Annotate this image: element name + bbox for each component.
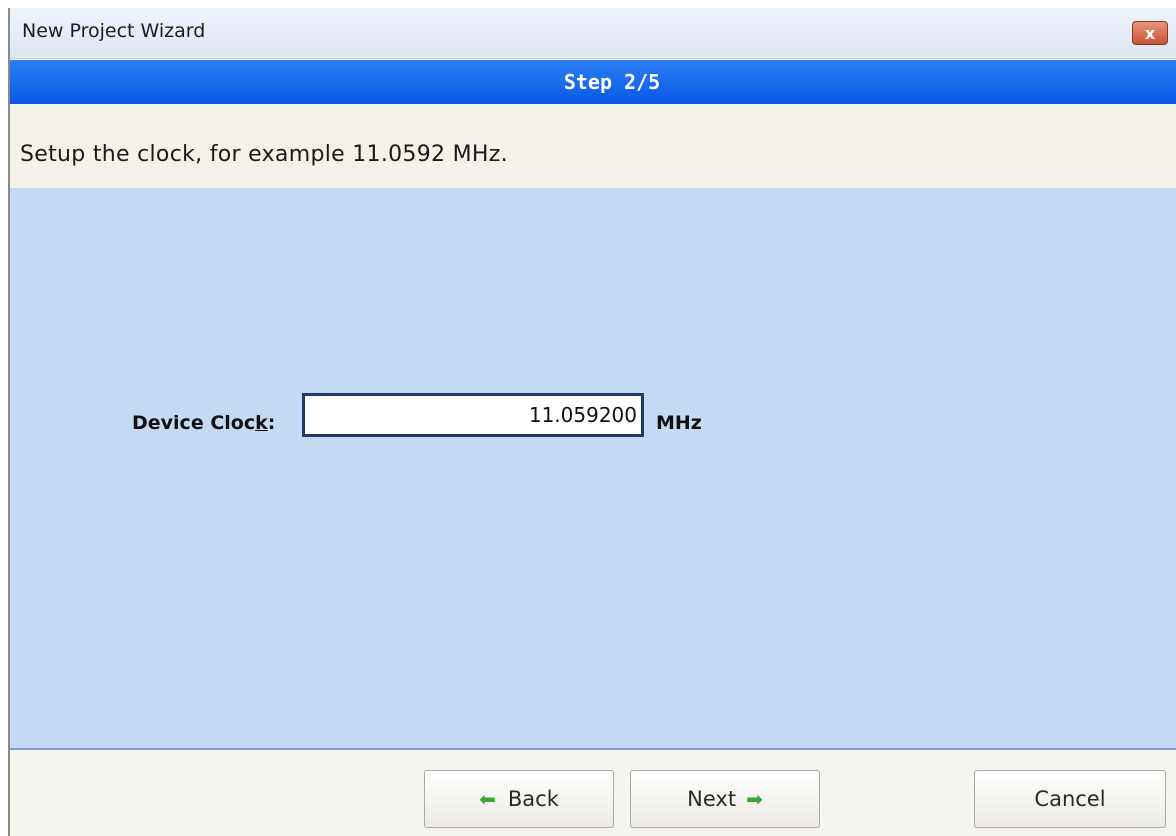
- next-button[interactable]: Next ➡: [630, 770, 820, 828]
- content-panel: Device Clock: MHz: [10, 188, 1176, 750]
- device-clock-label: Device Clock:: [132, 412, 275, 434]
- instruction-text: Setup the clock, for example 11.0592 MHz…: [20, 142, 508, 167]
- next-button-label: Next: [687, 787, 737, 811]
- cancel-button[interactable]: Cancel: [974, 770, 1166, 828]
- close-icon: x: [1144, 23, 1156, 43]
- arrow-left-icon: ⬅: [479, 787, 496, 811]
- window-title: New Project Wizard: [22, 20, 206, 42]
- device-clock-label-colon: :: [267, 412, 276, 434]
- close-button[interactable]: x: [1132, 21, 1168, 45]
- device-clock-label-mnemonic: k: [255, 412, 268, 434]
- device-clock-input[interactable]: [302, 393, 644, 437]
- back-button-label: Back: [507, 787, 559, 811]
- cancel-button-label: Cancel: [1034, 787, 1106, 811]
- device-clock-label-prefix: Device Cloc: [132, 412, 256, 434]
- button-bar: ⬅ Back Next ➡ Cancel: [10, 752, 1176, 836]
- title-bar: New Project Wizard x: [10, 8, 1176, 59]
- step-indicator: Step 2/5: [563, 70, 661, 94]
- step-header: Step 2/5: [10, 60, 1176, 104]
- wizard-window: New Project Wizard x Step 2/5 Setup the …: [8, 8, 1176, 836]
- arrow-right-icon: ➡: [746, 787, 763, 811]
- clock-unit-label: MHz: [656, 412, 702, 434]
- back-button[interactable]: ⬅ Back: [424, 770, 614, 828]
- instruction-panel: Setup the clock, for example 11.0592 MHz…: [10, 104, 1176, 188]
